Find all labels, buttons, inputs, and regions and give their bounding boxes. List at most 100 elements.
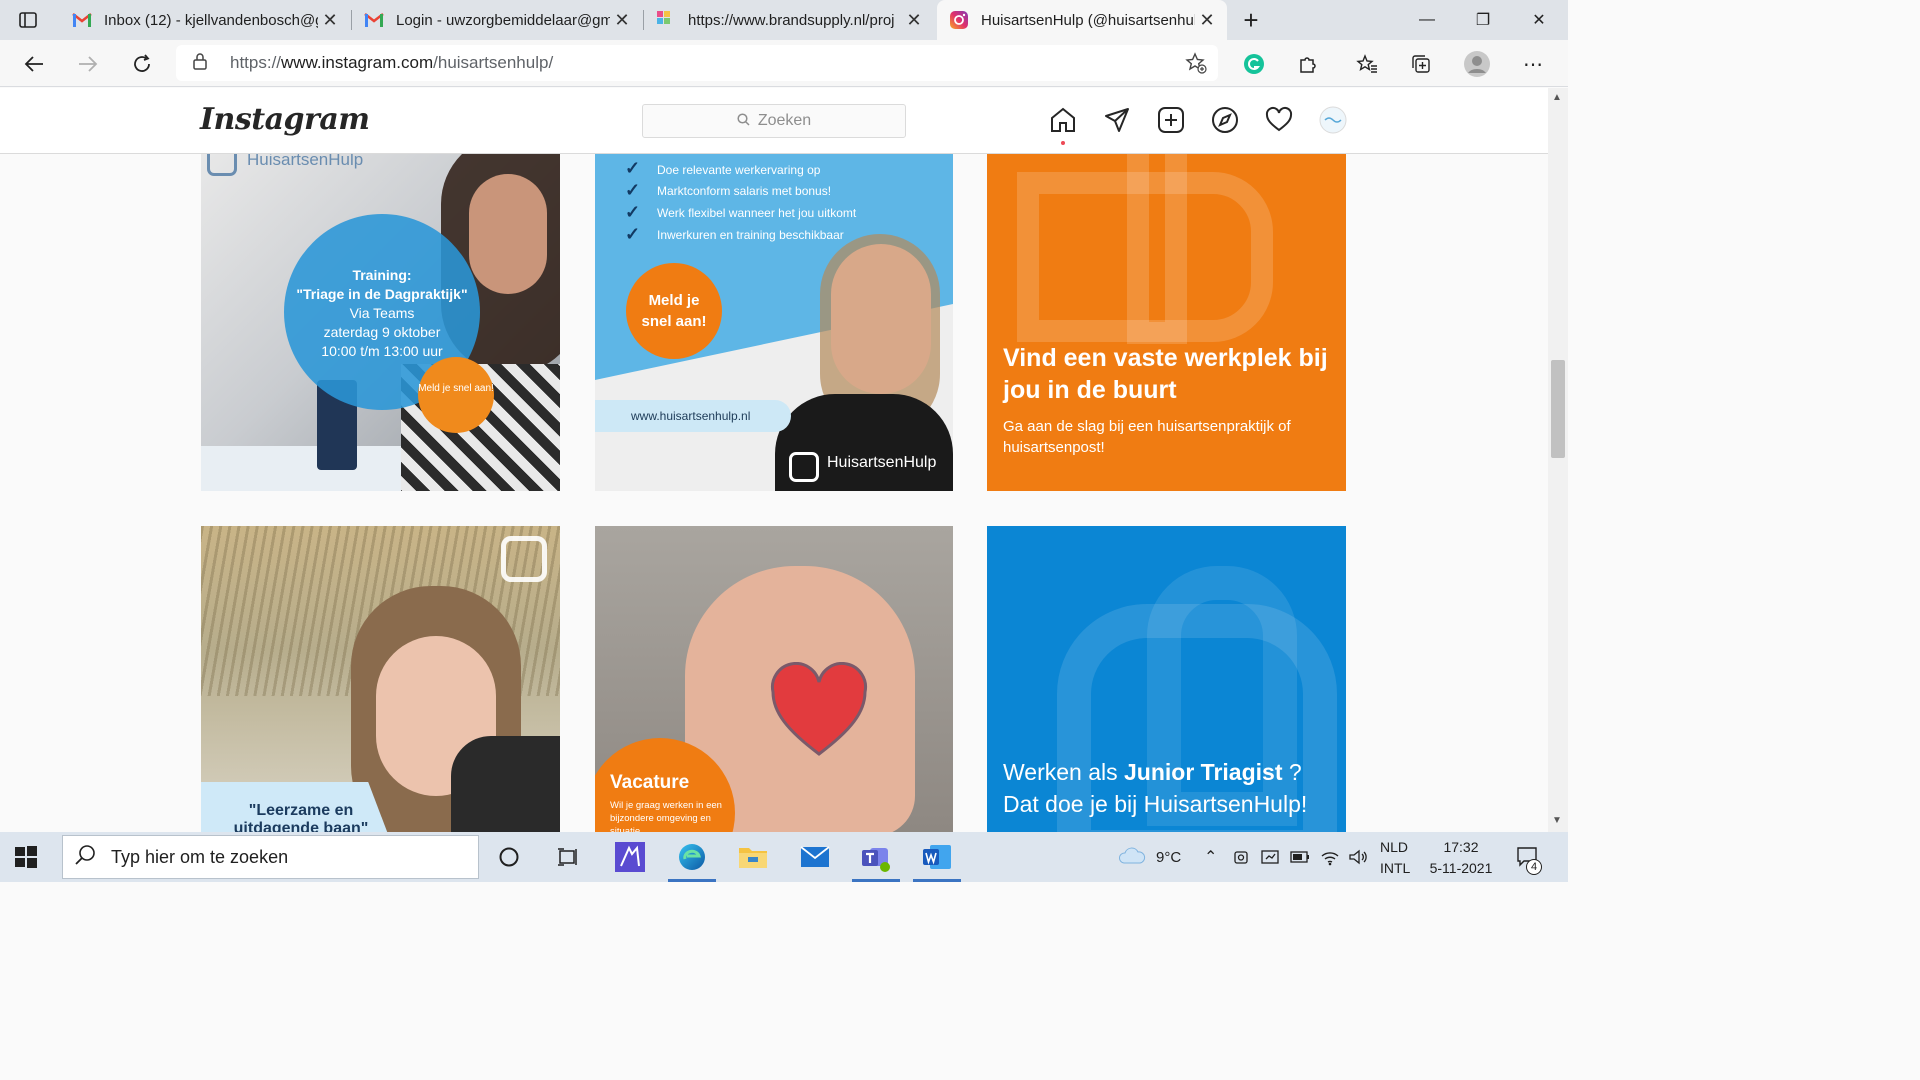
huisartsenhulp-logo-icon [501, 536, 547, 582]
post-logo-text: HuisartsenHulp [247, 154, 364, 169]
notification-center-icon[interactable]: 4 [1516, 832, 1542, 882]
profile-avatar[interactable] [1461, 48, 1493, 80]
post-subtext: Ga aan de slag bij een huisartsenpraktij… [1003, 418, 1291, 456]
search-input[interactable]: Zoeken [642, 104, 906, 138]
tab-gmail-inbox[interactable]: Inbox (12) - kjellvandenbosch@g ✕ [60, 0, 350, 40]
input-language-indicator[interactable]: NLD INTL [1380, 837, 1410, 879]
windows-taskbar: Typ hier om te zoeken 9°C ⌃ NLD INTL 17:… [0, 832, 1568, 882]
show-hidden-icons-icon[interactable]: ⌃ [1204, 832, 1217, 882]
page-scrollbar[interactable]: ▲ ▼ [1548, 88, 1568, 832]
activity-heart-icon[interactable] [1264, 105, 1294, 135]
notification-count-badge: 4 [1526, 859, 1542, 875]
forward-icon [72, 48, 104, 80]
post-subtext: Wil je graag werken in een bijzondere om… [610, 800, 722, 832]
post-list-item: Inwerkuren en training beschikbaar [657, 228, 844, 242]
add-favorite-icon[interactable] [1180, 47, 1212, 79]
tab-instagram-huisartsenhulp[interactable]: HuisartsenHulp (@huisartsenhul ✕ [937, 0, 1227, 40]
explore-icon[interactable] [1210, 105, 1240, 135]
device-icon[interactable] [1260, 832, 1280, 882]
checkmark-icon: ✓ [625, 158, 641, 178]
tab-actions-icon[interactable] [12, 4, 44, 36]
search-icon [75, 844, 97, 871]
refresh-icon[interactable] [126, 48, 158, 80]
url-host: www.instagram.com [281, 53, 434, 72]
checkmark-icon: ✓ [625, 202, 641, 222]
address-bar[interactable]: https://www.instagram.com/huisartsenhulp… [176, 45, 1218, 81]
minimize-button[interactable]: — [1399, 0, 1455, 40]
app-icon-purple[interactable] [608, 839, 652, 875]
post-cta-line: snel aan! [641, 313, 707, 330]
post-heading-bold: Junior Triagist [1124, 759, 1283, 785]
new-tab-button[interactable]: + [1223, 0, 1279, 40]
post-photo-face [469, 174, 547, 294]
windows-start-icon[interactable] [14, 845, 38, 874]
checkmark-icon: ✓ [625, 180, 641, 200]
collections-icon[interactable] [1405, 48, 1437, 80]
scroll-up-arrow[interactable]: ▲ [1552, 92, 1562, 103]
tab-title: https://www.brandsupply.nl/proj [688, 11, 895, 29]
tab-title: Inbox (12) - kjellvandenbosch@g [104, 11, 318, 29]
post-title-line: Training: [352, 267, 412, 283]
post-werkervaring[interactable]: ✓ Doe relevante werkervaring op ✓ Marktc… [595, 154, 953, 491]
volume-icon[interactable] [1348, 832, 1368, 882]
tab-title: Login - uwzorgbemiddelaar@gm [396, 11, 610, 29]
tab-close-icon[interactable]: ✕ [318, 10, 342, 31]
more-menu-icon[interactable]: ⋯ [1517, 48, 1549, 80]
task-view-icon[interactable] [546, 839, 590, 875]
meet-now-icon[interactable] [1232, 832, 1250, 882]
teams-icon[interactable] [852, 839, 900, 882]
tab-brandsupply[interactable]: https://www.brandsupply.nl/proj ✕ [644, 0, 934, 40]
tab-title: HuisartsenHulp (@huisartsenhul [981, 11, 1195, 29]
battery-icon[interactable] [1290, 832, 1310, 882]
post-vaste-werkplek[interactable]: Vind een vaste werkplek bij jou in de bu… [987, 154, 1346, 491]
post-heading-part: Werken als [1003, 759, 1125, 785]
weather-widget[interactable]: 9°C [1118, 832, 1181, 882]
post-junior-triagist[interactable]: Werken als Junior Triagist ? Dat doe je … [987, 526, 1346, 832]
post-list-item: Werk flexibel wanneer het jou uitkomt [657, 206, 857, 220]
instagram-logo[interactable]: Instagram [200, 102, 370, 137]
file-explorer-icon[interactable] [731, 839, 775, 875]
url-text: https://www.instagram.com/huisartsenhulp… [230, 53, 553, 73]
grammarly-icon[interactable] [1238, 48, 1270, 80]
wifi-icon[interactable] [1320, 832, 1340, 882]
scroll-down-arrow[interactable]: ▼ [1552, 815, 1562, 826]
post-training-triage[interactable]: HuisartsenHulp Training: "Triage in de D… [201, 154, 560, 491]
tab-close-icon[interactable]: ✕ [610, 10, 634, 31]
post-leerzame-baan[interactable]: "Leerzame en uitdagende baan" [201, 526, 560, 832]
scrollbar-thumb[interactable] [1551, 360, 1565, 458]
restore-button[interactable]: ❐ [1455, 0, 1511, 40]
weather-temperature: 9°C [1156, 848, 1182, 866]
back-icon[interactable] [18, 48, 50, 80]
edge-icon[interactable] [668, 839, 716, 882]
taskbar-search-input[interactable]: Typ hier om te zoeken [62, 835, 479, 879]
cortana-icon[interactable] [487, 839, 531, 875]
huisartsenhulp-logo-icon [207, 154, 237, 176]
clock-date: 5-11-2021 [1429, 860, 1493, 876]
tab-gmail-login[interactable]: Login - uwzorgbemiddelaar@gm ✕ [352, 0, 642, 40]
profile-post-grid: HuisartsenHulp Training: "Triage in de D… [0, 154, 1548, 832]
new-post-icon[interactable] [1156, 105, 1186, 135]
profile-avatar[interactable] [1318, 105, 1348, 135]
post-decor-shape [1127, 154, 1187, 344]
url-path: /huisartsenhulp/ [433, 53, 554, 72]
favorites-icon[interactable] [1351, 48, 1383, 80]
close-window-button[interactable]: ✕ [1511, 0, 1567, 40]
post-list-item: Marktconform salaris met bonus! [657, 184, 832, 198]
taskbar-clock[interactable]: 17:32 5-11-2021 [1422, 837, 1500, 879]
post-detail-line: zaterdag 9 oktober [323, 324, 441, 340]
word-icon[interactable] [913, 839, 961, 882]
post-vacature[interactable]: Vacature Wil je graag werken in een bijz… [595, 526, 953, 832]
direct-message-icon[interactable] [1102, 105, 1132, 135]
mail-icon[interactable] [793, 839, 837, 875]
heart-icon [770, 662, 868, 756]
tab-close-icon[interactable]: ✕ [1195, 10, 1219, 31]
tab-close-icon[interactable]: ✕ [902, 10, 926, 31]
home-notification-dot [1061, 141, 1065, 145]
home-icon[interactable] [1048, 105, 1078, 135]
taskbar-search-placeholder: Typ hier om te zoeken [111, 846, 289, 867]
brandsupply-icon [656, 10, 676, 30]
post-brand-text: HuisartsenHulp [827, 454, 937, 471]
extensions-icon[interactable] [1292, 48, 1324, 80]
lock-icon[interactable] [192, 52, 212, 75]
keyboard-layout: INTL [1380, 860, 1411, 876]
